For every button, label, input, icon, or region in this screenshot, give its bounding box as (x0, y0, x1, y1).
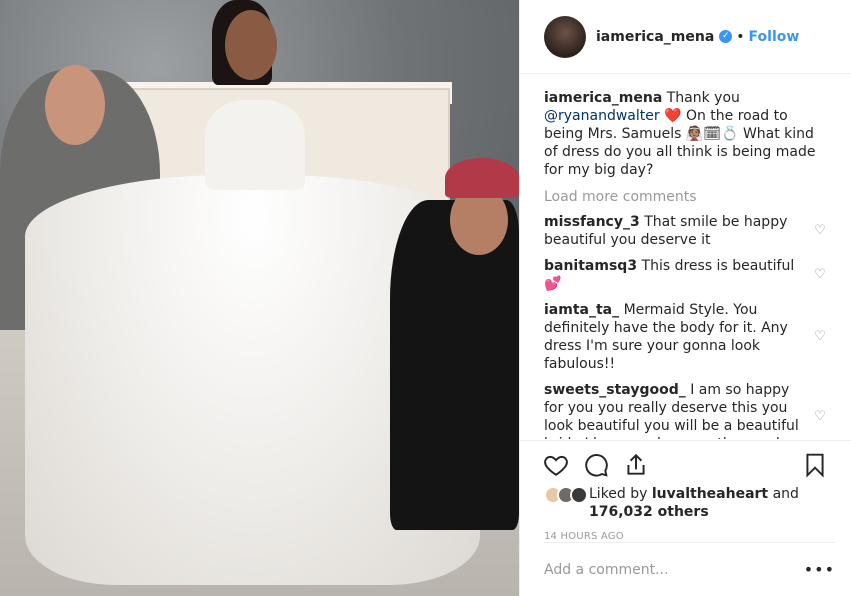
likes-connector: and (772, 486, 799, 502)
bookmark-icon[interactable] (795, 445, 835, 485)
likes-user[interactable]: luvaltheaheart (652, 486, 768, 502)
comment-like-heart-icon[interactable]: ♡ (813, 410, 827, 424)
liker-avatar (570, 486, 588, 504)
comments-section[interactable]: iamerica_mena Thank you @ryanandwalter ❤… (520, 75, 851, 439)
header-username[interactable]: iamerica_mena (596, 29, 714, 45)
bride-head (225, 10, 277, 80)
post-sidebar: iamerica_mena ✓ • Follow iamerica_mena T… (519, 0, 851, 596)
person-left-head (45, 65, 105, 145)
more-options-icon[interactable]: ••• (804, 560, 835, 579)
action-bar (536, 445, 835, 485)
avatar[interactable] (544, 15, 586, 58)
likes-text: Liked by luvaltheaheart and 176,032 othe… (589, 485, 827, 521)
post-photo[interactable] (0, 0, 519, 596)
post-caption: iamerica_mena Thank you @ryanandwalter ❤… (544, 89, 827, 179)
likes-prefix: Liked by (589, 486, 648, 502)
comment-item: sweets_staygood_ I am so happy for you y… (544, 381, 827, 439)
gown-bodice (205, 100, 305, 190)
caption-pre-mention: Thank you (666, 90, 740, 106)
likes-summary: Liked by luvaltheaheart and 176,032 othe… (536, 485, 835, 521)
comment-like-heart-icon[interactable]: ♡ (813, 224, 827, 238)
comment-username[interactable]: banitamsq3 (544, 258, 637, 274)
comment-like-heart-icon[interactable]: ♡ (813, 268, 827, 282)
person-right (390, 200, 519, 530)
comment-item: iamta_ta_ Mermaid Style. You definitely … (544, 301, 827, 373)
comment-username[interactable]: sweets_staygood_ (544, 382, 686, 398)
share-icon[interactable] (616, 445, 656, 485)
follow-button[interactable]: Follow (749, 29, 800, 45)
post-header: iamerica_mena ✓ • Follow (520, 0, 851, 74)
verified-badge-icon: ✓ (719, 30, 733, 43)
instagram-post: iamerica_mena ✓ • Follow iamerica_mena T… (0, 0, 851, 596)
post-timestamp[interactable]: 14 HOURS AGO (536, 521, 835, 542)
add-comment-input[interactable] (544, 561, 804, 578)
comment-username[interactable]: missfancy_3 (544, 214, 640, 230)
post-actions: Liked by luvaltheaheart and 176,032 othe… (520, 440, 851, 542)
header-separator: • (736, 28, 745, 45)
liker-avatars (544, 486, 588, 504)
load-more-comments-button[interactable]: Load more comments (544, 189, 827, 205)
red-hat (445, 158, 519, 198)
comment-icon[interactable] (576, 445, 616, 485)
comment-username[interactable]: iamta_ta_ (544, 302, 619, 318)
comment-like-heart-icon[interactable]: ♡ (813, 330, 827, 344)
likes-count[interactable]: 176,032 others (589, 504, 709, 520)
comment-item: missfancy_3 That smile be happy beautifu… (544, 213, 827, 249)
caption-mention[interactable]: @ryanandwalter (544, 108, 660, 124)
add-comment-bar: ••• (544, 542, 835, 596)
heart-icon[interactable] (536, 445, 576, 485)
comment-item: banitamsq3 This dress is beautiful 💕 ♡ (544, 257, 827, 293)
caption-username[interactable]: iamerica_mena (544, 90, 662, 106)
